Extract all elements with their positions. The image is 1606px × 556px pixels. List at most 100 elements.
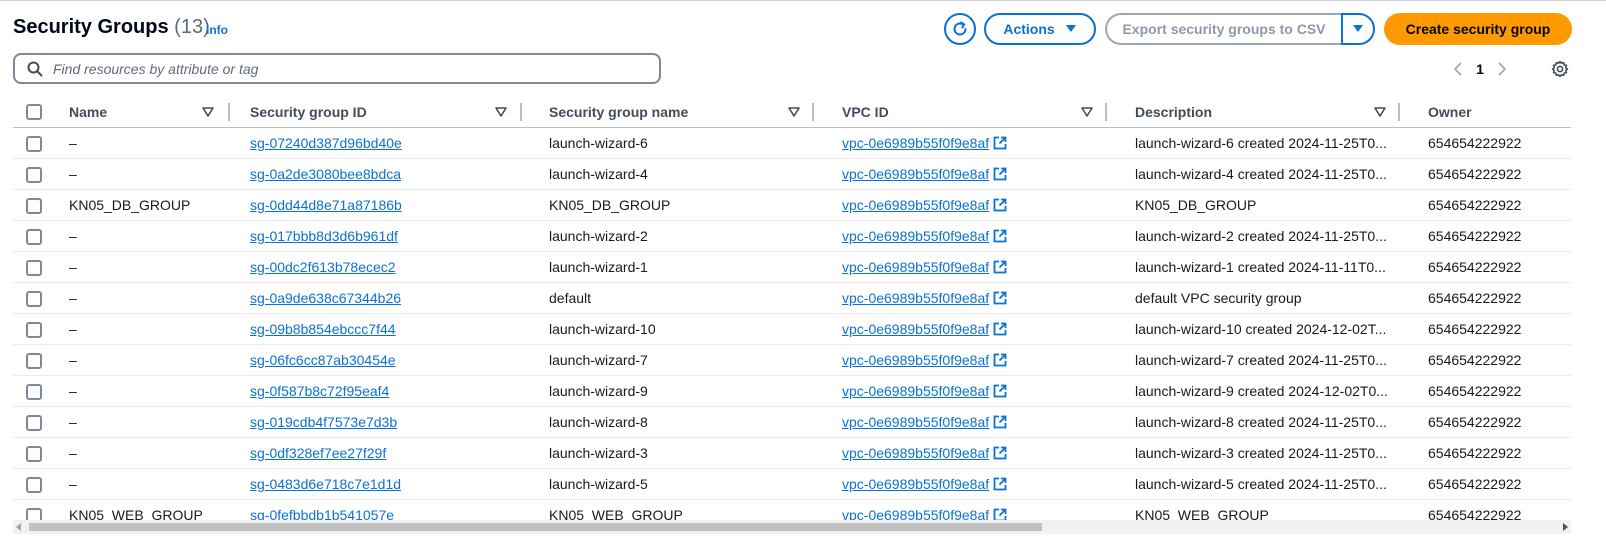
sort-caret-icon[interactable] <box>1080 105 1094 119</box>
vpc-id-link[interactable]: vpc-0e6989b55f0f9e8af <box>842 476 989 492</box>
row-checkbox[interactable] <box>26 229 42 245</box>
vpc-id-link[interactable]: vpc-0e6989b55f0f9e8af <box>842 352 989 368</box>
cell-vpc-id: vpc-0e6989b55f0f9e8af <box>842 438 1132 468</box>
select-all-checkbox[interactable] <box>26 104 42 120</box>
search-bar[interactable] <box>13 53 661 84</box>
scrollbar-thumb[interactable] <box>29 523 1042 531</box>
external-link-icon[interactable] <box>993 198 1007 212</box>
external-link-icon[interactable] <box>993 291 1007 305</box>
row-checkbox[interactable] <box>26 477 42 493</box>
external-link-icon[interactable] <box>993 353 1007 367</box>
table-row[interactable]: – sg-0a9de638c67344b26 default vpc-0e6989b5… <box>13 283 1571 314</box>
security-group-id-link[interactable]: sg-00dc2f613b78ecec2 <box>250 259 396 275</box>
scroll-left-arrow-icon[interactable] <box>16 523 21 531</box>
external-link-icon[interactable] <box>993 477 1007 491</box>
table-row[interactable]: – sg-09b8b854ebccc7f44 launch-wizard-10 vpc… <box>13 314 1571 345</box>
description-text: launch-wizard-10 created 2024-12-02T... <box>1135 321 1387 337</box>
vpc-id-link[interactable]: vpc-0e6989b55f0f9e8af <box>842 259 989 275</box>
column-divider[interactable] <box>520 103 522 121</box>
sort-caret-icon[interactable] <box>494 105 508 119</box>
next-page-button[interactable] <box>1494 59 1510 79</box>
security-group-id-link[interactable]: sg-0dd44d8e71a87186b <box>250 197 402 213</box>
info-link[interactable]: Info <box>206 23 228 37</box>
create-security-group-button[interactable]: Create security group <box>1384 13 1572 45</box>
table-row[interactable]: – sg-0a2de3080bee8bdca launch-wizard-4 vpc-… <box>13 159 1571 190</box>
table-row[interactable]: – sg-07240d387d96bd40e launch-wizard-6 vpc-… <box>13 128 1571 159</box>
table-row[interactable]: – sg-0df328ef7ee27f29f launch-wizard-3 vpc-… <box>13 438 1571 469</box>
current-page-number[interactable]: 1 <box>1466 61 1494 77</box>
vpc-id-link[interactable]: vpc-0e6989b55f0f9e8af <box>842 445 989 461</box>
scroll-right-arrow-icon[interactable] <box>1563 523 1568 531</box>
table-row[interactable]: – sg-00dc2f613b78ecec2 launch-wizard-1 vpc-… <box>13 252 1571 283</box>
row-checkbox[interactable] <box>26 198 42 214</box>
table-row[interactable]: – sg-019cdb4f7573e7d3b launch-wizard-8 vpc-… <box>13 407 1571 438</box>
sort-caret-icon[interactable] <box>201 105 215 119</box>
table-settings-button[interactable] <box>1549 58 1571 80</box>
vpc-id-link[interactable]: vpc-0e6989b55f0f9e8af <box>842 414 989 430</box>
sort-caret-icon[interactable] <box>787 105 801 119</box>
table-row[interactable]: – sg-0483d6e718c7e1d1d launch-wizard-5 vpc-… <box>13 469 1571 500</box>
sort-caret-icon[interactable] <box>1373 105 1387 119</box>
export-dropdown-button[interactable] <box>1341 13 1375 45</box>
table-row[interactable]: – sg-06fc6cc87ab30454e launch-wizard-7 vpc-… <box>13 345 1571 376</box>
column-divider[interactable] <box>1105 103 1107 121</box>
security-group-id-link[interactable]: sg-07240d387d96bd40e <box>250 135 402 151</box>
security-group-id-link[interactable]: sg-0f587b8c72f95eaf4 <box>250 383 389 399</box>
column-divider[interactable] <box>1398 103 1400 121</box>
column-divider[interactable] <box>228 103 230 121</box>
vpc-id-link[interactable]: vpc-0e6989b55f0f9e8af <box>842 228 989 244</box>
row-checkbox[interactable] <box>26 136 42 152</box>
security-group-id-link[interactable]: sg-06fc6cc87ab30454e <box>250 352 396 368</box>
column-header-description[interactable]: Description <box>1135 96 1403 127</box>
security-group-id-link[interactable]: sg-019cdb4f7573e7d3b <box>250 414 397 430</box>
cell-name: – <box>69 166 77 182</box>
security-group-id-link[interactable]: sg-0a9de638c67344b26 <box>250 290 401 306</box>
vpc-id-link[interactable]: vpc-0e6989b55f0f9e8af <box>842 135 989 151</box>
cell-security-group-id: sg-09b8b854ebccc7f44 <box>250 314 540 344</box>
row-checkbox[interactable] <box>26 167 42 183</box>
external-link-icon[interactable] <box>993 415 1007 429</box>
export-csv-button[interactable]: Export security groups to CSV <box>1105 13 1341 45</box>
security-group-id-link[interactable]: sg-017bbb8d3d6b961df <box>250 228 398 244</box>
previous-page-button[interactable] <box>1450 59 1466 79</box>
security-group-id-link[interactable]: sg-0df328ef7ee27f29f <box>250 445 386 461</box>
vpc-id-link[interactable]: vpc-0e6989b55f0f9e8af <box>842 321 989 337</box>
external-link-icon[interactable] <box>993 167 1007 181</box>
external-link-icon[interactable] <box>993 229 1007 243</box>
row-checkbox[interactable] <box>26 384 42 400</box>
cell-security-group-name: launch-wizard-2 <box>549 228 648 244</box>
security-groups-table: Name Security group ID Security group na… <box>13 96 1571 531</box>
description-text: default VPC security group <box>1135 290 1302 306</box>
column-divider[interactable] <box>812 103 814 121</box>
external-link-icon[interactable] <box>993 322 1007 336</box>
vpc-id-link[interactable]: vpc-0e6989b55f0f9e8af <box>842 290 989 306</box>
vpc-id-link[interactable]: vpc-0e6989b55f0f9e8af <box>842 166 989 182</box>
column-header-owner[interactable]: Owner <box>1428 96 1571 127</box>
search-input[interactable] <box>53 60 633 77</box>
row-checkbox[interactable] <box>26 322 42 338</box>
horizontal-scrollbar[interactable] <box>13 520 1571 534</box>
table-row[interactable]: KN05_DB_GROUP sg-0dd44d8e71a87186b KN05_DB… <box>13 190 1571 221</box>
row-checkbox[interactable] <box>26 353 42 369</box>
cell-security-group-id: sg-017bbb8d3d6b961df <box>250 221 540 251</box>
external-link-icon[interactable] <box>993 136 1007 150</box>
row-checkbox[interactable] <box>26 415 42 431</box>
security-group-id-link[interactable]: sg-09b8b854ebccc7f44 <box>250 321 396 337</box>
external-link-icon[interactable] <box>993 384 1007 398</box>
refresh-icon <box>953 21 967 36</box>
row-checkbox[interactable] <box>26 291 42 307</box>
description-text: launch-wizard-3 created 2024-11-25T0... <box>1135 445 1387 461</box>
vpc-id-link[interactable]: vpc-0e6989b55f0f9e8af <box>842 383 989 399</box>
security-group-id-link[interactable]: sg-0a2de3080bee8bdca <box>250 166 401 182</box>
table-row[interactable]: – sg-017bbb8d3d6b961df launch-wizard-2 vpc-… <box>13 221 1571 252</box>
row-checkbox[interactable] <box>26 260 42 276</box>
actions-button[interactable]: Actions <box>984 13 1096 45</box>
refresh-button[interactable] <box>944 13 976 45</box>
external-link-icon[interactable] <box>993 260 1007 274</box>
table-row[interactable]: – sg-0f587b8c72f95eaf4 launch-wizard-9 vpc-… <box>13 376 1571 407</box>
vpc-id-link[interactable]: vpc-0e6989b55f0f9e8af <box>842 197 989 213</box>
external-link-icon[interactable] <box>993 446 1007 460</box>
cell-owner: 654654222922 <box>1428 383 1522 399</box>
row-checkbox[interactable] <box>26 446 42 462</box>
security-group-id-link[interactable]: sg-0483d6e718c7e1d1d <box>250 476 401 492</box>
